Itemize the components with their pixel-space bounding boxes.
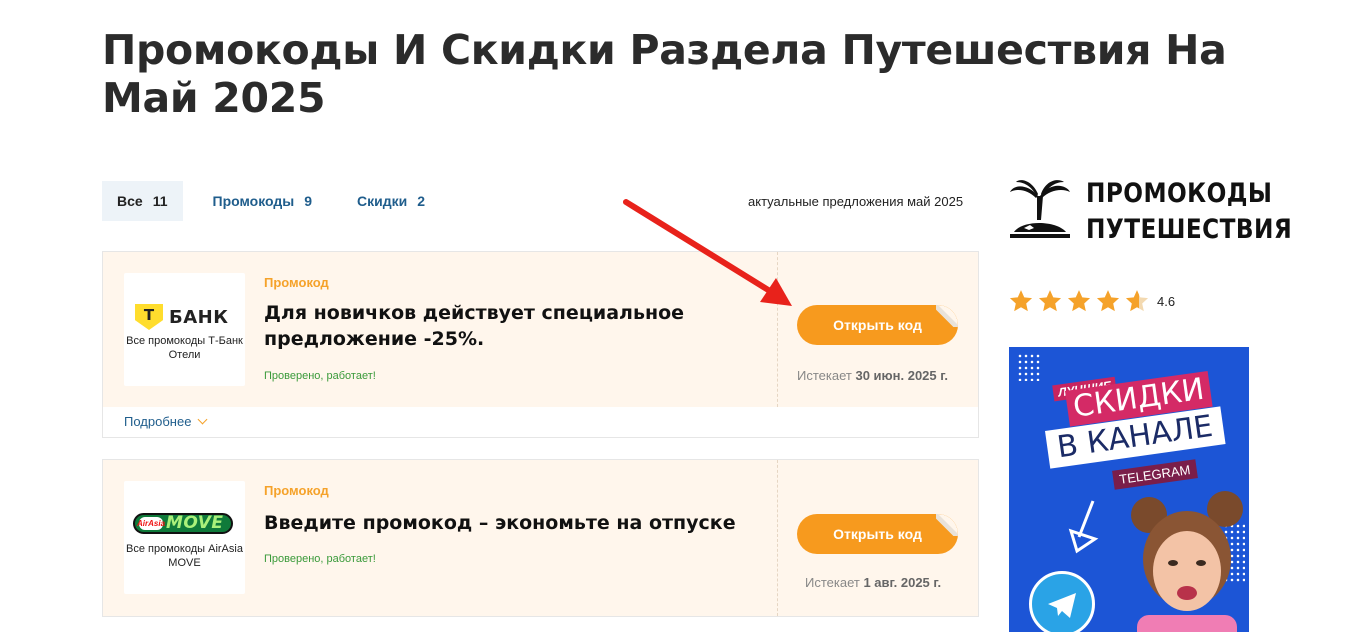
telegram-plane-icon: [1048, 593, 1076, 618]
brand-logo[interactable]: ПРОМОКОДЫ ПУТЕШЕСТВИЯ: [1008, 176, 1326, 248]
more-details-link[interactable]: Подробнее: [124, 414, 208, 429]
move-logo-text: MOVE: [166, 513, 224, 533]
offer-type-label: Промокод: [264, 275, 329, 290]
red-arrow-icon: [623, 199, 792, 306]
store-caption[interactable]: Все промокоды AirAsia MOVE: [124, 542, 245, 570]
star-half-icon: [1125, 290, 1149, 312]
expires-prefix: Истекает: [797, 368, 852, 383]
tab-count: 2: [417, 193, 426, 209]
brand-line: ПРОМОКОДЫ: [1086, 178, 1273, 209]
chevron-down-icon: [197, 414, 208, 425]
tbank-shield-icon: Т: [135, 304, 163, 330]
star-icon: [1096, 290, 1120, 312]
more-details-label: Подробнее: [124, 414, 192, 429]
offer-card-body: AirAsia MOVE Все промокоды AirAsia MOVE …: [103, 460, 978, 616]
telegram-banner[interactable]: ЛУЧШИЕ СКИДКИ В КАНАЛЕ TELEGRAM: [1009, 347, 1249, 632]
expires-date: 30 июн. 2025 г.: [855, 368, 948, 383]
arrow-down-icon: [1068, 500, 1099, 554]
open-code-button[interactable]: Открыть код: [797, 514, 958, 554]
offer-card-body: Т БАНК Все промокоды Т-Банк Отели Промок…: [103, 252, 978, 407]
store-logo-tbank[interactable]: Т БАНК Все промокоды Т-Банк Отели: [124, 273, 245, 386]
tab-count: 9: [304, 193, 313, 209]
peel-corner-icon: [936, 305, 958, 327]
open-code-label: Открыть код: [833, 317, 922, 333]
store-caption[interactable]: Все промокоды Т-Банк Отели: [124, 334, 245, 362]
tab-all[interactable]: Все 11: [102, 181, 183, 221]
rating-stars: 4.6: [1008, 288, 1175, 314]
tab-promocodes[interactable]: Промокоды 9: [183, 181, 335, 221]
offer-card: Т БАНК Все промокоды Т-Банк Отели Промок…: [102, 251, 979, 438]
tab-count: 11: [152, 193, 168, 209]
tbank-logo: Т БАНК: [135, 304, 228, 330]
brand-line: ПУТЕШЕСТВИЯ: [1086, 214, 1293, 245]
page-title: Промокоды И Скидки Раздела Путешествия Н…: [102, 26, 1227, 122]
star-icon: [1038, 290, 1062, 312]
dots-decoration: [1017, 353, 1041, 381]
brand-name: ПРОМОКОДЫ ПУТЕШЕСТВИЯ: [1086, 176, 1292, 248]
banner-line: TELEGRAM: [1112, 459, 1198, 490]
tab-discounts[interactable]: Скидки 2: [334, 181, 447, 221]
tab-label: Промокоды: [212, 193, 295, 209]
store-logo-airasia-move[interactable]: AirAsia MOVE Все промокоды AirAsia MOVE: [124, 481, 245, 594]
verified-note: Проверено, работает!: [264, 553, 376, 565]
airasia-move-logo: AirAsia MOVE: [133, 513, 233, 534]
expires-text: Истекает 30 июн. 2025 г.: [797, 368, 948, 383]
woman-photo-icon: [1131, 491, 1243, 632]
telegram-icon: [1029, 571, 1095, 632]
rating-value: 4.6: [1157, 293, 1176, 309]
offer-title[interactable]: Введите промокод – экономьте на отпуске: [264, 510, 744, 536]
palm-island-icon: [1010, 180, 1070, 238]
offer-type-label: Промокод: [264, 483, 329, 498]
expires-prefix: Истекает: [805, 575, 860, 590]
filter-tabs: Все 11 Промокоды 9 Скидки 2: [102, 181, 447, 221]
open-code-button[interactable]: Открыть код: [797, 305, 958, 345]
tab-label: Все: [117, 193, 143, 209]
tab-label: Скидки: [357, 193, 408, 209]
offer-card: AirAsia MOVE Все промокоды AirAsia MOVE …: [102, 459, 979, 617]
verified-note: Проверено, работает!: [264, 370, 376, 382]
star-icon: [1067, 290, 1091, 312]
expires-date: 1 авг. 2025 г.: [863, 575, 942, 590]
card-divider: [777, 460, 778, 616]
peel-corner-icon: [936, 514, 958, 536]
star-icon: [1009, 290, 1033, 312]
expires-text: Истекает 1 авг. 2025 г.: [805, 575, 941, 590]
tbank-logo-text: БАНК: [169, 306, 229, 328]
open-code-label: Открыть код: [833, 526, 922, 542]
airasia-badge: AirAsia: [137, 517, 166, 530]
